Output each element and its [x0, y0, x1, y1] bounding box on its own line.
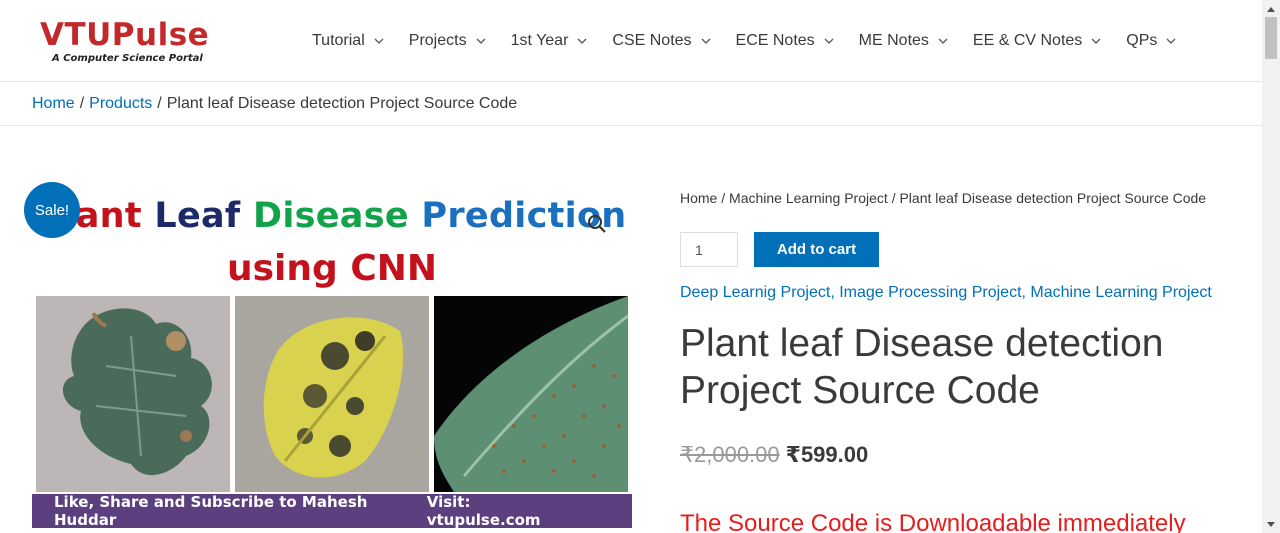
- sale-price: ₹599.00: [785, 442, 869, 467]
- breadcrumb-current: Plant leaf Disease detection Project Sou…: [166, 94, 518, 112]
- breadcrumb: Home / Products / Plant leaf Disease det…: [0, 82, 1262, 126]
- main-nav: Tutorial Projects 1st Year CSE Notes ECE…: [300, 0, 1189, 82]
- category-link[interactable]: Deep Learnig Project: [680, 284, 830, 301]
- product-summary: Home / Machine Learning Project / Plant …: [680, 190, 1240, 533]
- product-price: ₹2,000.00 ₹599.00: [680, 442, 868, 468]
- image-title-line1: Plant Leaf Disease Prediction: [32, 196, 632, 236]
- product-image[interactable]: Plant Leaf Disease Prediction using CNN: [32, 188, 632, 528]
- nav-item-label: EE & CV Notes: [972, 32, 1083, 49]
- scroll-thumb[interactable]: [1265, 17, 1277, 59]
- image-footer-right: Visit: vtupulse.com: [426, 493, 541, 528]
- breadcrumb-separator: /: [721, 190, 730, 206]
- image-footer-left: Like, Share and Subscribe to Mahesh Hudd…: [54, 493, 368, 528]
- nav-item-label: Tutorial: [312, 32, 365, 49]
- breadcrumb-separator: /: [79, 94, 85, 112]
- category-link[interactable]: Image Processing Project: [839, 284, 1021, 301]
- nav-item-projects[interactable]: Projects: [397, 0, 499, 82]
- nav-item-ece-notes[interactable]: ECE Notes: [724, 0, 847, 82]
- leaf-photo-1: [36, 296, 230, 492]
- category-separator: ,: [830, 284, 840, 301]
- nav-item-tutorial[interactable]: Tutorial: [300, 0, 397, 82]
- image-title-word: Disease: [252, 196, 409, 236]
- nav-item-ee-cv-notes[interactable]: EE & CV Notes: [961, 0, 1114, 82]
- nav-item-label: Projects: [408, 32, 467, 49]
- product-breadcrumb-home[interactable]: Home: [680, 190, 717, 206]
- product-breadcrumb-category[interactable]: Machine Learning Project: [729, 190, 888, 206]
- nav-item-1st-year[interactable]: 1st Year: [499, 0, 601, 82]
- nav-item-label: 1st Year: [510, 32, 569, 49]
- product-title: Plant leaf Disease detection Project Sou…: [680, 322, 1164, 412]
- download-notice: The Source Code is Downloadable immediat…: [680, 510, 1186, 533]
- zoom-icon[interactable]: [583, 210, 611, 238]
- breadcrumb-separator: /: [157, 94, 162, 112]
- nav-item-qps[interactable]: QPs: [1114, 0, 1189, 82]
- old-price: ₹2,000.00: [680, 442, 780, 467]
- nav-item-cse-notes[interactable]: CSE Notes: [600, 0, 723, 82]
- chevron-down-icon: [1090, 35, 1102, 47]
- chevron-down-icon: [700, 35, 712, 47]
- chevron-down-icon: [937, 35, 949, 47]
- nav-item-label: ECE Notes: [735, 32, 815, 49]
- sale-badge: Sale!: [24, 182, 80, 238]
- nav-item-label: CSE Notes: [612, 32, 692, 49]
- logo-name: VTUPulse: [40, 17, 210, 53]
- site-header: VTUPulse A Computer Science Portal Tutor…: [0, 0, 1262, 82]
- site-logo[interactable]: VTUPulse A Computer Science Portal: [40, 17, 210, 64]
- chevron-down-icon: [823, 35, 835, 47]
- nav-item-me-notes[interactable]: ME Notes: [847, 0, 961, 82]
- product-breadcrumb: Home / Machine Learning Project / Plant …: [680, 190, 1240, 206]
- breadcrumb-home-link[interactable]: Home: [32, 95, 75, 113]
- image-title-line2: using CNN: [226, 248, 437, 289]
- nav-item-label: QPs: [1126, 32, 1158, 49]
- leaf-photo-2: [235, 296, 429, 492]
- scroll-down-arrow-icon[interactable]: [1262, 516, 1280, 533]
- image-footer: Like, Share and Subscribe to Mahesh Hudd…: [32, 493, 632, 528]
- category-link[interactable]: Machine Learning Project: [1030, 284, 1211, 301]
- scroll-up-arrow-icon[interactable]: [1262, 0, 1280, 17]
- page-scrollbar[interactable]: [1262, 0, 1280, 533]
- quantity-input[interactable]: [680, 232, 738, 267]
- logo-tagline: A Computer Science Portal: [52, 53, 203, 64]
- nav-item-label: ME Notes: [858, 32, 929, 49]
- image-title-word: Leaf: [154, 196, 241, 236]
- chevron-down-icon: [576, 35, 588, 47]
- chevron-down-icon: [373, 35, 385, 47]
- chevron-down-icon: [1165, 35, 1177, 47]
- add-to-cart-button[interactable]: Add to cart: [754, 232, 879, 267]
- product-categories: Deep Learnig Project, Image Processing P…: [680, 284, 1212, 302]
- add-to-cart-form: Add to cart: [680, 232, 879, 267]
- breadcrumb-products-link[interactable]: Products: [89, 95, 152, 113]
- chevron-down-icon: [475, 35, 487, 47]
- leaf-photo-3: [434, 296, 628, 492]
- product-breadcrumb-current: Plant leaf Disease detection Project Sou…: [899, 190, 1207, 206]
